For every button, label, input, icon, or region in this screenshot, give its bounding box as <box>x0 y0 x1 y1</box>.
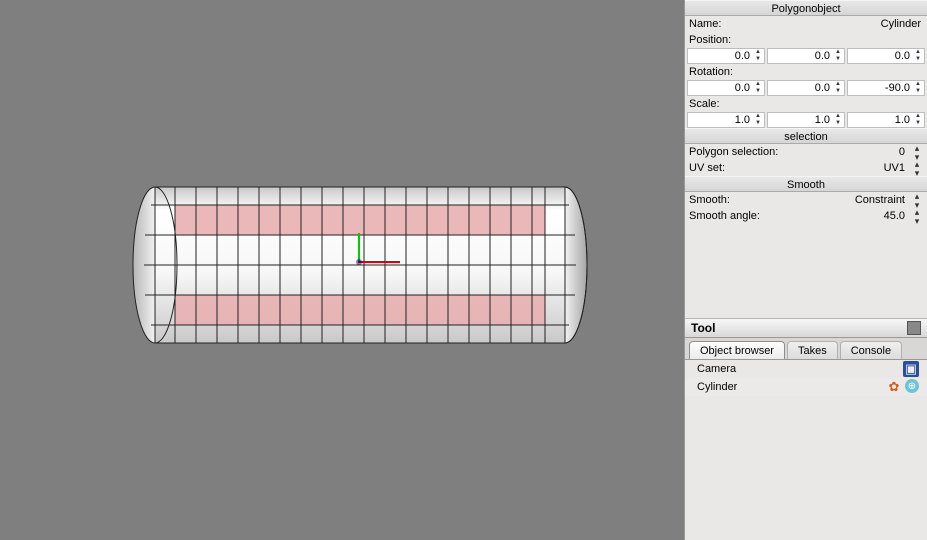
scale-z-field[interactable]: 1.0 <box>847 112 925 128</box>
label-smooth-angle: Smooth angle: <box>689 210 760 222</box>
position-y-field[interactable]: 0.0 <box>767 48 845 64</box>
tab-takes[interactable]: Takes <box>787 341 838 359</box>
label-smooth: Smooth: <box>689 194 730 206</box>
rotation-z-field[interactable]: -90.0 <box>847 80 925 96</box>
tab-console[interactable]: Console <box>840 341 902 359</box>
value-smooth-angle[interactable]: 45.0 <box>884 210 907 222</box>
object-row-camera[interactable]: Camera ▣ <box>685 360 927 378</box>
label-uv-set: UV set: <box>689 162 725 174</box>
polygon-selection-spinner[interactable] <box>911 145 923 159</box>
tool-title: Tool <box>691 321 715 335</box>
uv-set-spinner[interactable] <box>911 161 923 175</box>
object-browser-list[interactable]: Camera ▣ Cylinder ✿ ⊕ <box>685 360 927 540</box>
scale-z-spinner[interactable] <box>912 113 924 127</box>
scale-x-field[interactable]: 1.0 <box>687 112 765 128</box>
panel-header-selection: selection <box>685 128 927 144</box>
label-name: Name: <box>689 18 721 30</box>
object-row-cylinder[interactable]: Cylinder ✿ ⊕ <box>685 378 927 396</box>
value-uv-set[interactable]: UV1 <box>884 162 907 174</box>
position-z-field[interactable]: 0.0 <box>847 48 925 64</box>
scale-y-field[interactable]: 1.0 <box>767 112 845 128</box>
scale-x-spinner[interactable] <box>752 113 764 127</box>
rotation-x-spinner[interactable] <box>752 81 764 95</box>
properties-empty-space <box>685 224 927 318</box>
cylinder-svg <box>125 185 595 345</box>
rotation-z-spinner[interactable] <box>912 81 924 95</box>
smooth-spinner[interactable] <box>911 193 923 207</box>
cylinder-mesh[interactable] <box>125 185 595 345</box>
row-scale-values: 1.0 1.0 1.0 <box>685 112 927 128</box>
position-y-spinner[interactable] <box>832 49 844 63</box>
position-x-spinner[interactable] <box>752 49 764 63</box>
row-rotation-values: 0.0 0.0 -90.0 <box>685 80 927 96</box>
scale-y-spinner[interactable] <box>832 113 844 127</box>
globe-icon: ⊕ <box>905 379 919 393</box>
object-name-cylinder: Cylinder <box>697 381 737 393</box>
camera-icon: ▣ <box>903 361 919 377</box>
panel-header-polygonobject: Polygonobject <box>685 0 927 16</box>
star-icon: ✿ <box>886 379 902 395</box>
row-position-values: 0.0 0.0 0.0 <box>685 48 927 64</box>
object-name-camera: Camera <box>697 363 736 375</box>
smooth-angle-spinner[interactable] <box>911 209 923 223</box>
row-scale-label: Scale: <box>685 96 927 112</box>
panel-header-smooth: Smooth <box>685 176 927 192</box>
row-name: Name: Cylinder <box>685 16 927 32</box>
row-smooth-angle: Smooth angle: 45.0 <box>685 208 927 224</box>
tab-row: Object browser Takes Console <box>685 338 927 360</box>
value-smooth[interactable]: Constraint <box>855 194 907 206</box>
label-rotation: Rotation: <box>689 66 733 78</box>
chart-icon[interactable] <box>907 321 921 335</box>
rotation-x-field[interactable]: 0.0 <box>687 80 765 96</box>
value-name[interactable]: Cylinder <box>881 18 923 30</box>
row-position-label: Position: <box>685 32 927 48</box>
value-polygon-selection[interactable]: 0 <box>899 146 907 158</box>
rotation-y-field[interactable]: 0.0 <box>767 80 845 96</box>
rotation-y-spinner[interactable] <box>832 81 844 95</box>
label-position: Position: <box>689 34 731 46</box>
row-polygon-selection: Polygon selection: 0 <box>685 144 927 160</box>
row-smooth-mode: Smooth: Constraint <box>685 192 927 208</box>
label-polygon-selection: Polygon selection: <box>689 146 778 158</box>
position-z-spinner[interactable] <box>912 49 924 63</box>
row-uv-set: UV set: UV1 <box>685 160 927 176</box>
label-scale: Scale: <box>689 98 720 110</box>
position-x-field[interactable]: 0.0 <box>687 48 765 64</box>
viewport-3d[interactable] <box>0 0 684 540</box>
properties-panel: Polygonobject Name: Cylinder Position: 0… <box>684 0 927 540</box>
tab-object-browser[interactable]: Object browser <box>689 341 785 359</box>
row-rotation-label: Rotation: <box>685 64 927 80</box>
tool-titlebar[interactable]: Tool <box>685 318 927 338</box>
